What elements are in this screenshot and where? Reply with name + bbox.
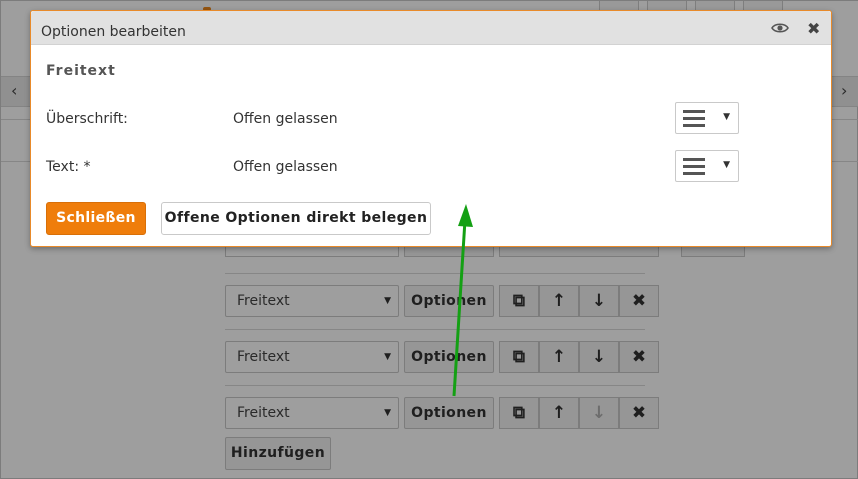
- chevron-down-icon: ▼: [723, 112, 730, 122]
- hamburger-menu-icon: [683, 110, 705, 127]
- options-dialog: Optionen bearbeiten ✖ Freitext Überschri…: [30, 10, 832, 247]
- close-button[interactable]: Schließen: [46, 202, 146, 235]
- chevron-down-icon: ▼: [723, 160, 730, 170]
- dialog-title: Optionen bearbeiten: [41, 24, 186, 40]
- field-value-text: Offen gelassen: [233, 159, 338, 175]
- close-icon[interactable]: ✖: [807, 19, 820, 38]
- field-value-heading: Offen gelassen: [233, 111, 338, 127]
- field-label-heading: Überschrift:: [46, 111, 128, 127]
- assign-open-options-button[interactable]: Offene Optionen direkt belegen: [161, 202, 431, 235]
- text-options-dropdown[interactable]: ▼: [675, 150, 739, 182]
- heading-options-dropdown[interactable]: ▼: [675, 102, 739, 134]
- hamburger-menu-icon: [683, 158, 705, 175]
- field-label-text: Text: *: [46, 159, 91, 175]
- eye-icon[interactable]: [771, 22, 789, 34]
- dialog-header: Optionen bearbeiten ✖: [31, 11, 831, 45]
- dialog-subtitle: Freitext: [46, 63, 116, 79]
